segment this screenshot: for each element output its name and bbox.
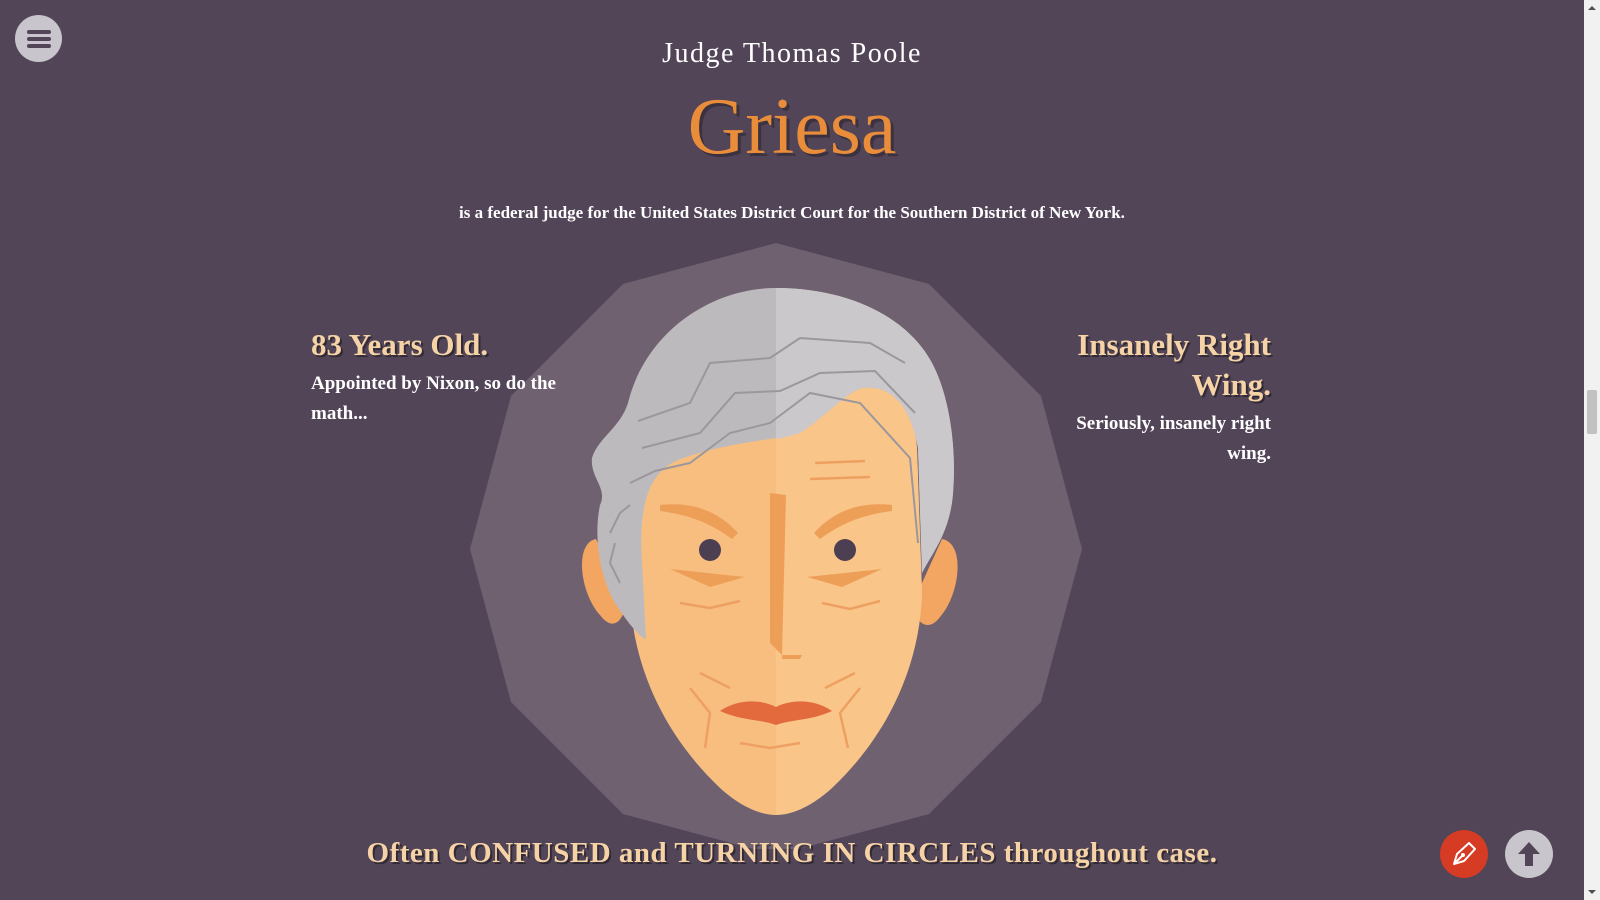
page-description: is a federal judge for the United States… <box>459 203 1125 222</box>
arrow-up-icon <box>1518 842 1540 866</box>
back-to-top-button[interactable] <box>1505 830 1553 878</box>
fact-politics: Insanely Right Wing. Seriously, insanely… <box>1035 325 1271 469</box>
left-eye <box>699 539 721 561</box>
page-title: Griesa <box>687 83 897 171</box>
page-subtitle: Judge Thomas Poole <box>662 38 922 69</box>
scroll-up-arrow-icon[interactable] <box>1584 0 1600 16</box>
fact-age-body: Appointed by Nixon, so do the math... <box>311 373 556 424</box>
right-eye <box>834 539 856 561</box>
judge-portrait-illustration <box>470 243 1082 849</box>
caption-text: Often CONFUSED and TURNING IN CIRCLES th… <box>366 837 1218 869</box>
edit-button[interactable] <box>1440 830 1488 878</box>
page: Judge Thomas Poole Griesa is a federal j… <box>0 0 1584 900</box>
fact-politics-heading: Insanely Right Wing. <box>1077 327 1271 402</box>
pen-nib-icon <box>1453 842 1476 865</box>
scrollbar-thumb[interactable] <box>1587 390 1597 434</box>
scroll-down-arrow-icon[interactable] <box>1584 884 1600 900</box>
fact-age-heading: 83 Years Old. <box>311 327 489 362</box>
fact-age: 83 Years Old. Appointed by Nixon, so do … <box>311 325 561 429</box>
fact-politics-body: Seriously, insanely right wing. <box>1076 413 1271 464</box>
vertical-scrollbar[interactable] <box>1584 0 1600 900</box>
